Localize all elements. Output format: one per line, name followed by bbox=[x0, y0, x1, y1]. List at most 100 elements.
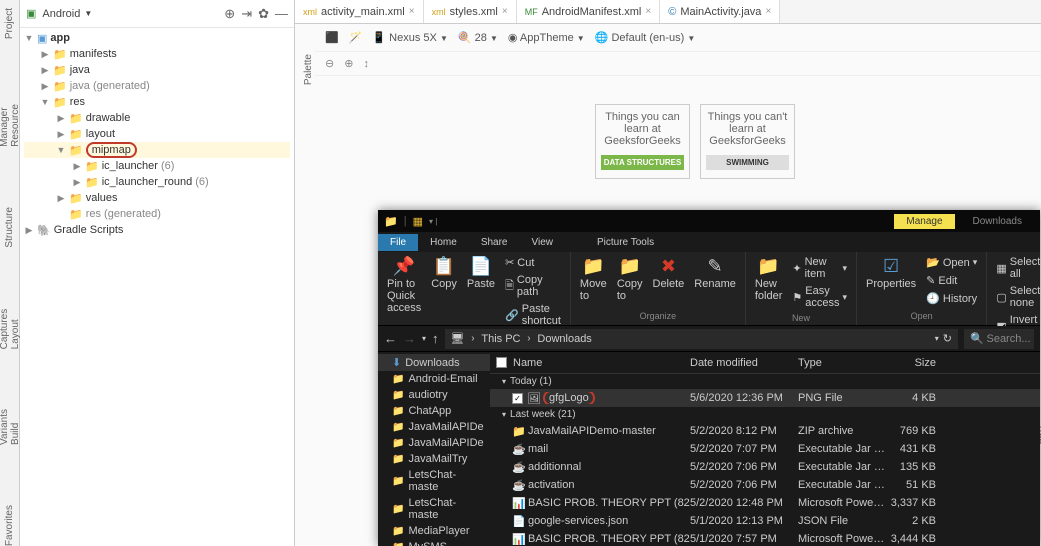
nav-item[interactable]: 📁JavaMailTry bbox=[378, 451, 490, 467]
tab-manifest[interactable]: MFAndroidManifest.xml× bbox=[517, 0, 661, 23]
select-all-button[interactable]: ▦Select all bbox=[993, 254, 1041, 282]
tree-ic-launcher[interactable]: ▶📁ic_launcher (6) bbox=[24, 158, 290, 174]
tree-res-gen[interactable]: 📁res (generated) bbox=[24, 206, 290, 222]
file-row[interactable]: 📊BASIC PROB. THEORY PPT (82 - 93) FI...5… bbox=[490, 494, 1040, 512]
view-tab[interactable]: View bbox=[520, 234, 566, 251]
tab-activity-main[interactable]: xmlactivity_main.xml× bbox=[295, 0, 424, 23]
tree-values[interactable]: ▶📁values bbox=[24, 190, 290, 206]
nav-item[interactable]: 📁LetsChat-maste bbox=[378, 467, 490, 495]
wand-icon[interactable]: 🪄 bbox=[349, 31, 363, 44]
close-icon[interactable]: × bbox=[502, 6, 508, 17]
collapse-icon[interactable]: ⇥ bbox=[241, 6, 252, 22]
paste-shortcut-button[interactable]: 🔗Paste shortcut bbox=[502, 301, 564, 329]
nav-item[interactable]: 📁LetsChat-maste bbox=[378, 495, 490, 523]
dropdown-icon[interactable]: ▾ | bbox=[429, 217, 437, 226]
nav-item[interactable]: 📁MySMS bbox=[378, 539, 490, 546]
file-row[interactable]: 📄google-services.json5/1/2020 12:13 PMJS… bbox=[490, 512, 1040, 530]
nav-item[interactable]: 📁MediaPlayer bbox=[378, 523, 490, 539]
new-item-button[interactable]: ✦New item ▾ bbox=[789, 254, 850, 282]
zoom-out-icon[interactable]: ⊖ bbox=[325, 57, 334, 70]
theme-select[interactable]: ◉ AppTheme ▼ bbox=[508, 31, 585, 44]
select-all-checkbox[interactable] bbox=[496, 357, 507, 368]
open-button[interactable]: 📂Open ▾ bbox=[923, 254, 980, 271]
tree-mipmap[interactable]: ▼📁mipmap bbox=[24, 142, 290, 158]
device-select[interactable]: 📱 Nexus 5X ▼ bbox=[372, 31, 447, 44]
pin-button[interactable]: 📌Pin to Quick access bbox=[384, 254, 424, 316]
tree-ic-launcher-round[interactable]: ▶📁ic_launcher_round (6) bbox=[24, 174, 290, 190]
recent-button[interactable]: ▾ bbox=[422, 334, 426, 343]
hide-icon[interactable]: — bbox=[275, 6, 288, 21]
panel-title[interactable]: Android ▼ bbox=[42, 8, 92, 20]
rename-button[interactable]: ✎Rename bbox=[691, 254, 739, 292]
group-label: New bbox=[792, 311, 810, 325]
delete-button[interactable]: ✖Delete bbox=[650, 254, 688, 292]
easy-access-button[interactable]: ⚑Easy access ▾ bbox=[789, 283, 850, 311]
design-icon[interactable]: ⬛ bbox=[325, 31, 339, 44]
target-icon[interactable]: ⊕ bbox=[224, 6, 235, 22]
project-tab[interactable]: Project bbox=[4, 8, 15, 39]
gear-icon[interactable]: ✿ bbox=[258, 6, 269, 22]
home-tab[interactable]: Home bbox=[418, 234, 469, 251]
structure-tab[interactable]: Structure bbox=[4, 207, 15, 248]
tab-main-activity[interactable]: ©MainActivity.java× bbox=[660, 0, 780, 23]
tree-manifests[interactable]: ▶📁manifests bbox=[24, 46, 290, 62]
tree-java-gen[interactable]: ▶📁java (generated) bbox=[24, 78, 290, 94]
file-row[interactable]: 📊BASIC PROB. THEORY PPT (82 - 93) FI...5… bbox=[490, 530, 1040, 546]
edit-button[interactable]: ✎Edit bbox=[923, 272, 980, 289]
file-row[interactable]: ☕additionnal5/2/2020 7:06 PMExecutable J… bbox=[490, 458, 1040, 476]
forward-button[interactable]: → bbox=[403, 331, 416, 346]
nav-item[interactable]: 📁Android-Email bbox=[378, 371, 490, 387]
cut-button[interactable]: ✂Cut bbox=[502, 254, 564, 271]
build-variants-tab[interactable]: Build Variants bbox=[0, 409, 21, 445]
column-headers[interactable]: Name Date modified Type Size bbox=[490, 352, 1040, 374]
select-none-button[interactable]: ▢Select none bbox=[993, 283, 1041, 311]
nav-item[interactable]: 📁JavaMailAPIDe bbox=[378, 435, 490, 451]
tree-java[interactable]: ▶📁java bbox=[24, 62, 290, 78]
file-row[interactable]: ✓🖼gfgLogo5/6/2020 12:36 PMPNG File4 KB bbox=[490, 389, 1040, 407]
close-icon[interactable]: × bbox=[645, 6, 651, 17]
card-text: Things you can't learn at GeeksforGeeks bbox=[706, 111, 789, 147]
back-button[interactable]: ← bbox=[384, 331, 397, 346]
tree-layout[interactable]: ▶📁layout bbox=[24, 126, 290, 142]
tree-res[interactable]: ▼📁res bbox=[24, 94, 290, 110]
picture-tools-tab[interactable]: Picture Tools bbox=[585, 234, 666, 251]
close-icon[interactable]: × bbox=[765, 6, 771, 17]
history-button[interactable]: 🕘History bbox=[923, 290, 980, 307]
search-box[interactable]: 🔍 Search... bbox=[964, 329, 1034, 349]
file-row[interactable]: 📁JavaMailAPIDemo-master5/2/2020 8:12 PMZ… bbox=[490, 422, 1040, 440]
api-select[interactable]: 🍭 28 ▼ bbox=[458, 31, 498, 44]
copy-button[interactable]: 📋Copy bbox=[428, 254, 460, 292]
nav-item[interactable]: 📁audiotry bbox=[378, 387, 490, 403]
zoom-in-icon[interactable]: ⊕ bbox=[344, 57, 353, 70]
move-to-button[interactable]: 📁Move to bbox=[577, 254, 610, 304]
tree-drawable[interactable]: ▶📁drawable bbox=[24, 110, 290, 126]
file-row[interactable]: ☕activation5/2/2020 7:06 PMExecutable Ja… bbox=[490, 476, 1040, 494]
group-header[interactable]: ▾ Last week (21) bbox=[490, 407, 1040, 422]
layout-captures-tab[interactable]: Layout Captures bbox=[0, 308, 21, 349]
copy-path-button[interactable]: 🗎Copy path bbox=[502, 272, 564, 300]
nav-item[interactable]: ⬇Downloads bbox=[378, 354, 490, 371]
file-row[interactable]: ☕mail5/2/2020 7:07 PMExecutable Jar File… bbox=[490, 440, 1040, 458]
up-button[interactable]: ↑ bbox=[432, 331, 439, 346]
file-tab[interactable]: File bbox=[378, 234, 418, 251]
nav-item[interactable]: 📁ChatApp bbox=[378, 403, 490, 419]
tree-app[interactable]: ▼▣app bbox=[24, 30, 290, 46]
tree-gradle[interactable]: ▶🐘Gradle Scripts bbox=[24, 222, 290, 238]
paste-button[interactable]: 📄Paste bbox=[464, 254, 498, 292]
new-folder-button[interactable]: 📁New folder bbox=[752, 254, 786, 304]
contract-icon[interactable]: ↕ bbox=[363, 58, 369, 70]
properties-button[interactable]: ☑Properties bbox=[863, 254, 919, 292]
close-icon[interactable]: × bbox=[409, 6, 415, 17]
share-tab[interactable]: Share bbox=[469, 234, 520, 251]
nav-item[interactable]: 📁JavaMailAPIDe bbox=[378, 419, 490, 435]
copy-to-button[interactable]: 📁Copy to bbox=[614, 254, 646, 304]
refresh-icon[interactable]: ↻ bbox=[943, 332, 952, 345]
palette-tab[interactable]: Palette bbox=[298, 54, 314, 85]
locale-select[interactable]: 🌐 Default (en-us) ▼ bbox=[595, 31, 696, 44]
group-header[interactable]: ▾ Today (1) bbox=[490, 374, 1040, 389]
address-bar[interactable]: 🖥 › This PC › Downloads ▾↻ bbox=[445, 329, 958, 349]
favorites-tab[interactable]: Favorites bbox=[4, 505, 15, 546]
resource-manager-tab[interactable]: Resource Manager bbox=[0, 99, 21, 147]
manage-tab[interactable]: Manage bbox=[894, 214, 954, 229]
tab-styles[interactable]: xmlstyles.xml× bbox=[424, 0, 517, 23]
